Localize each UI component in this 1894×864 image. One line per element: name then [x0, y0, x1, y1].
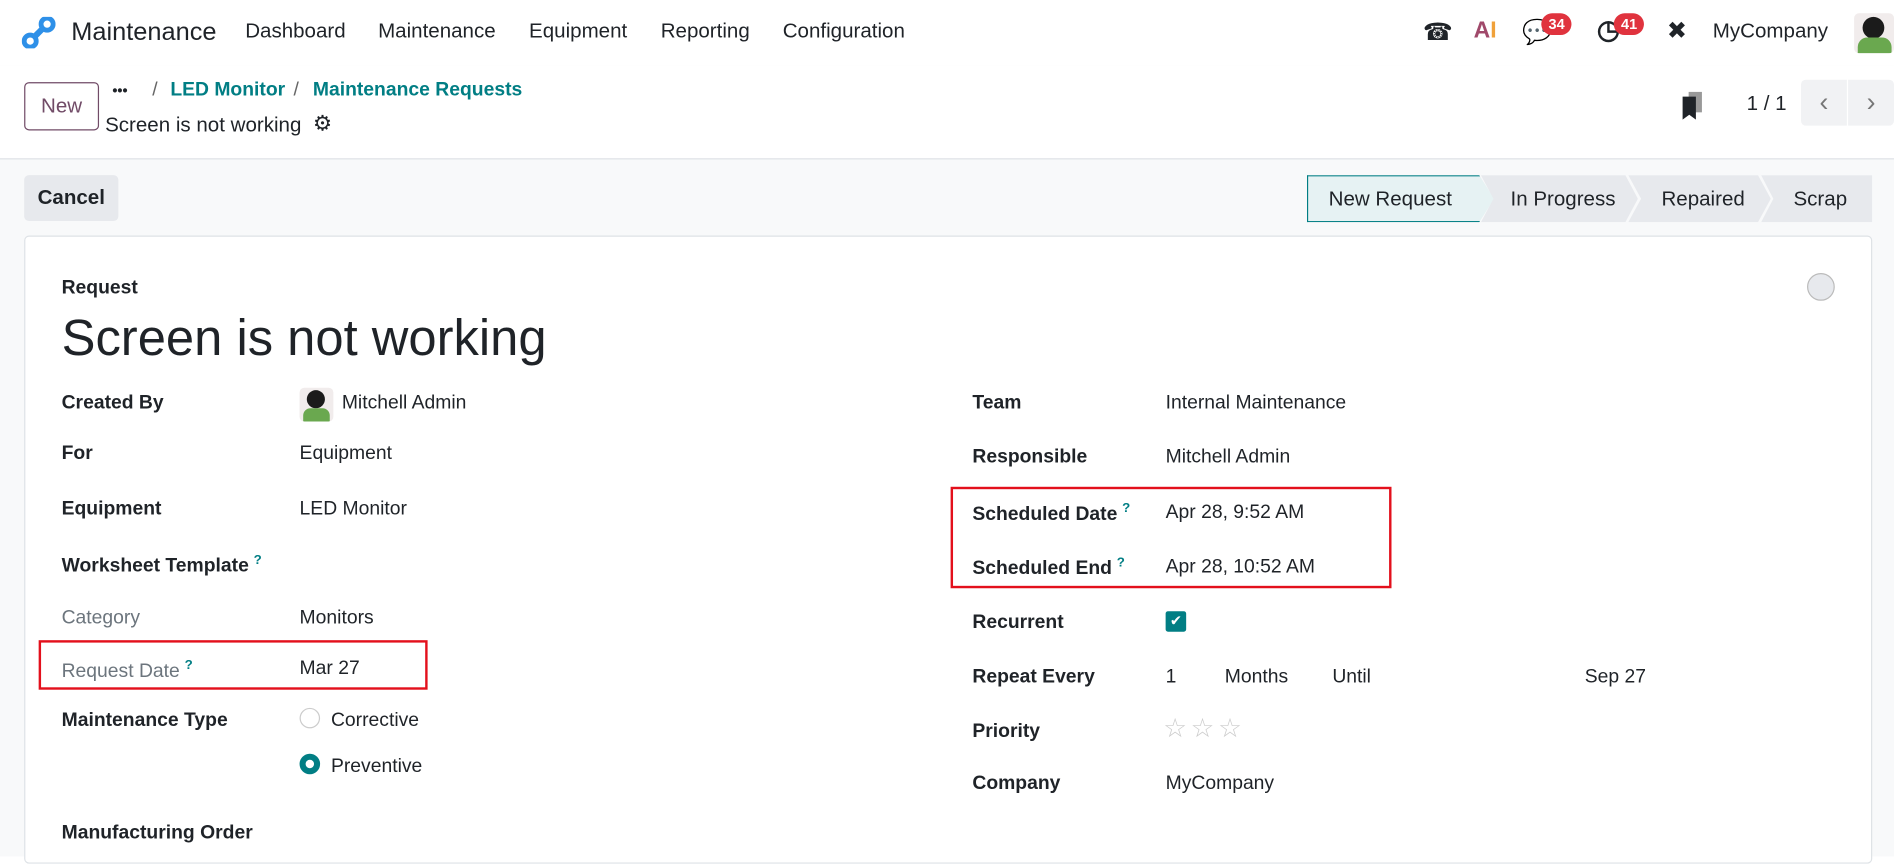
gear-icon[interactable]: ⚙	[313, 111, 332, 136]
radio-icon	[299, 708, 321, 729]
label-text: Worksheet Template	[61, 556, 249, 577]
repeat-unit-select[interactable]: Months	[1225, 667, 1288, 689]
ai-icon[interactable]: AI	[1474, 18, 1497, 45]
highlight-box	[38, 640, 428, 690]
app-name[interactable]: Maintenance	[71, 18, 216, 47]
equipment-field[interactable]: LED Monitor	[300, 499, 407, 521]
radio-corrective[interactable]: Corrective	[299, 708, 420, 732]
menu-maintenance[interactable]: Maintenance	[378, 19, 496, 43]
menu-configuration[interactable]: Configuration	[783, 19, 905, 43]
breadcrumb-separator: /	[152, 79, 158, 101]
breadcrumb-maintenance-requests[interactable]: Maintenance Requests	[313, 80, 522, 102]
breadcrumb-ellipsis[interactable]: •••	[112, 82, 127, 99]
stage-label: In Progress	[1510, 186, 1616, 210]
recurrent-label: Recurrent	[972, 612, 1064, 633]
cancel-button[interactable]: Cancel	[24, 175, 119, 222]
highlight-box	[950, 486, 1392, 589]
request-title[interactable]: Screen is not working	[62, 309, 547, 367]
maintenance-app-logo-icon[interactable]	[21, 16, 56, 49]
company-switcher[interactable]: MyCompany	[1713, 19, 1828, 43]
stage-label: Repaired	[1661, 186, 1745, 210]
new-button[interactable]: New	[24, 82, 100, 131]
for-value[interactable]: Equipment	[300, 443, 392, 465]
created-by-value: Mitchell Admin	[341, 392, 467, 414]
team-label: Team	[972, 392, 1022, 414]
control-panel: New ••• / LED Monitor / Maintenance Requ…	[0, 65, 1894, 160]
radio-label: Preventive	[330, 756, 423, 777]
responsible-label: Responsible	[972, 446, 1088, 468]
chat-count-badge: 34	[1541, 13, 1572, 36]
created-by-avatar	[299, 387, 334, 422]
pager-value[interactable]: 1 / 1	[1747, 92, 1787, 116]
stage-scrap[interactable]: Scrap	[1761, 175, 1873, 223]
worksheet-template-label: Worksheet Template?	[62, 553, 262, 578]
repeat-every-label: Repeat Every	[972, 666, 1095, 688]
worksheet-template-field[interactable]	[300, 551, 880, 580]
maintenance-type-label: Maintenance Type	[61, 710, 228, 731]
activity-count-badge: 41	[1613, 13, 1645, 36]
radio-label: Corrective	[330, 710, 420, 731]
stage-repaired[interactable]: Repaired	[1628, 175, 1771, 223]
for-label: For	[61, 443, 93, 464]
until-date-field[interactable]: Sep 27	[1585, 667, 1646, 689]
stage-in-progress[interactable]: In Progress	[1480, 175, 1638, 223]
menu-equipment[interactable]: Equipment	[529, 19, 627, 43]
created-by-label: Created By	[61, 392, 164, 414]
section-label: Request	[61, 277, 138, 299]
tools-icon[interactable]: ✖	[1667, 16, 1687, 46]
top-navbar: Maintenance Dashboard Maintenance Equipm…	[0, 0, 1894, 66]
menu-dashboard[interactable]: Dashboard	[245, 19, 345, 43]
pager-previous-button[interactable]: ‹	[1800, 79, 1847, 126]
record-name: Screen is not working	[105, 113, 302, 137]
manufacturing-order-label: Manufacturing Order	[61, 822, 253, 844]
responsible-field[interactable]: Mitchell Admin	[1166, 447, 1291, 469]
help-icon[interactable]: ?	[254, 553, 262, 567]
stage-label: Scrap	[1793, 186, 1848, 210]
repeat-interval-field[interactable]: 1	[1166, 667, 1177, 689]
menu-reporting[interactable]: Reporting	[661, 19, 750, 43]
kanban-state-toggle[interactable]	[1807, 272, 1835, 301]
priority-label: Priority	[972, 721, 1041, 742]
radio-preventive[interactable]: Preventive	[299, 754, 423, 778]
team-field[interactable]: Internal Maintenance	[1166, 393, 1347, 415]
phone-icon[interactable]: ☎	[1423, 17, 1453, 47]
breadcrumb-led-monitor[interactable]: LED Monitor	[170, 80, 285, 102]
user-avatar[interactable]	[1854, 13, 1894, 54]
star-icon[interactable]: ☆	[1163, 713, 1187, 743]
recurrent-checkbox[interactable]: ✔	[1165, 611, 1187, 632]
until-select[interactable]: Until	[1332, 667, 1371, 689]
star-icon[interactable]: ☆	[1191, 713, 1215, 743]
pager-next-button[interactable]: ›	[1848, 79, 1894, 126]
bookmark-icon[interactable]	[1681, 91, 1703, 121]
category-link[interactable]: Monitors	[300, 608, 374, 630]
priority-stars: ☆ ☆ ☆	[1163, 713, 1245, 744]
stage-new-request[interactable]: New Request	[1306, 175, 1495, 223]
breadcrumb-separator: /	[293, 79, 299, 101]
star-icon[interactable]: ☆	[1218, 713, 1242, 743]
stage-label: New Request	[1328, 186, 1452, 210]
company-field[interactable]: MyCompany	[1166, 773, 1274, 795]
equipment-label: Equipment	[61, 498, 162, 520]
company-label: Company	[972, 773, 1061, 794]
radio-checked-icon	[299, 754, 321, 775]
category-label: Category	[61, 607, 141, 629]
